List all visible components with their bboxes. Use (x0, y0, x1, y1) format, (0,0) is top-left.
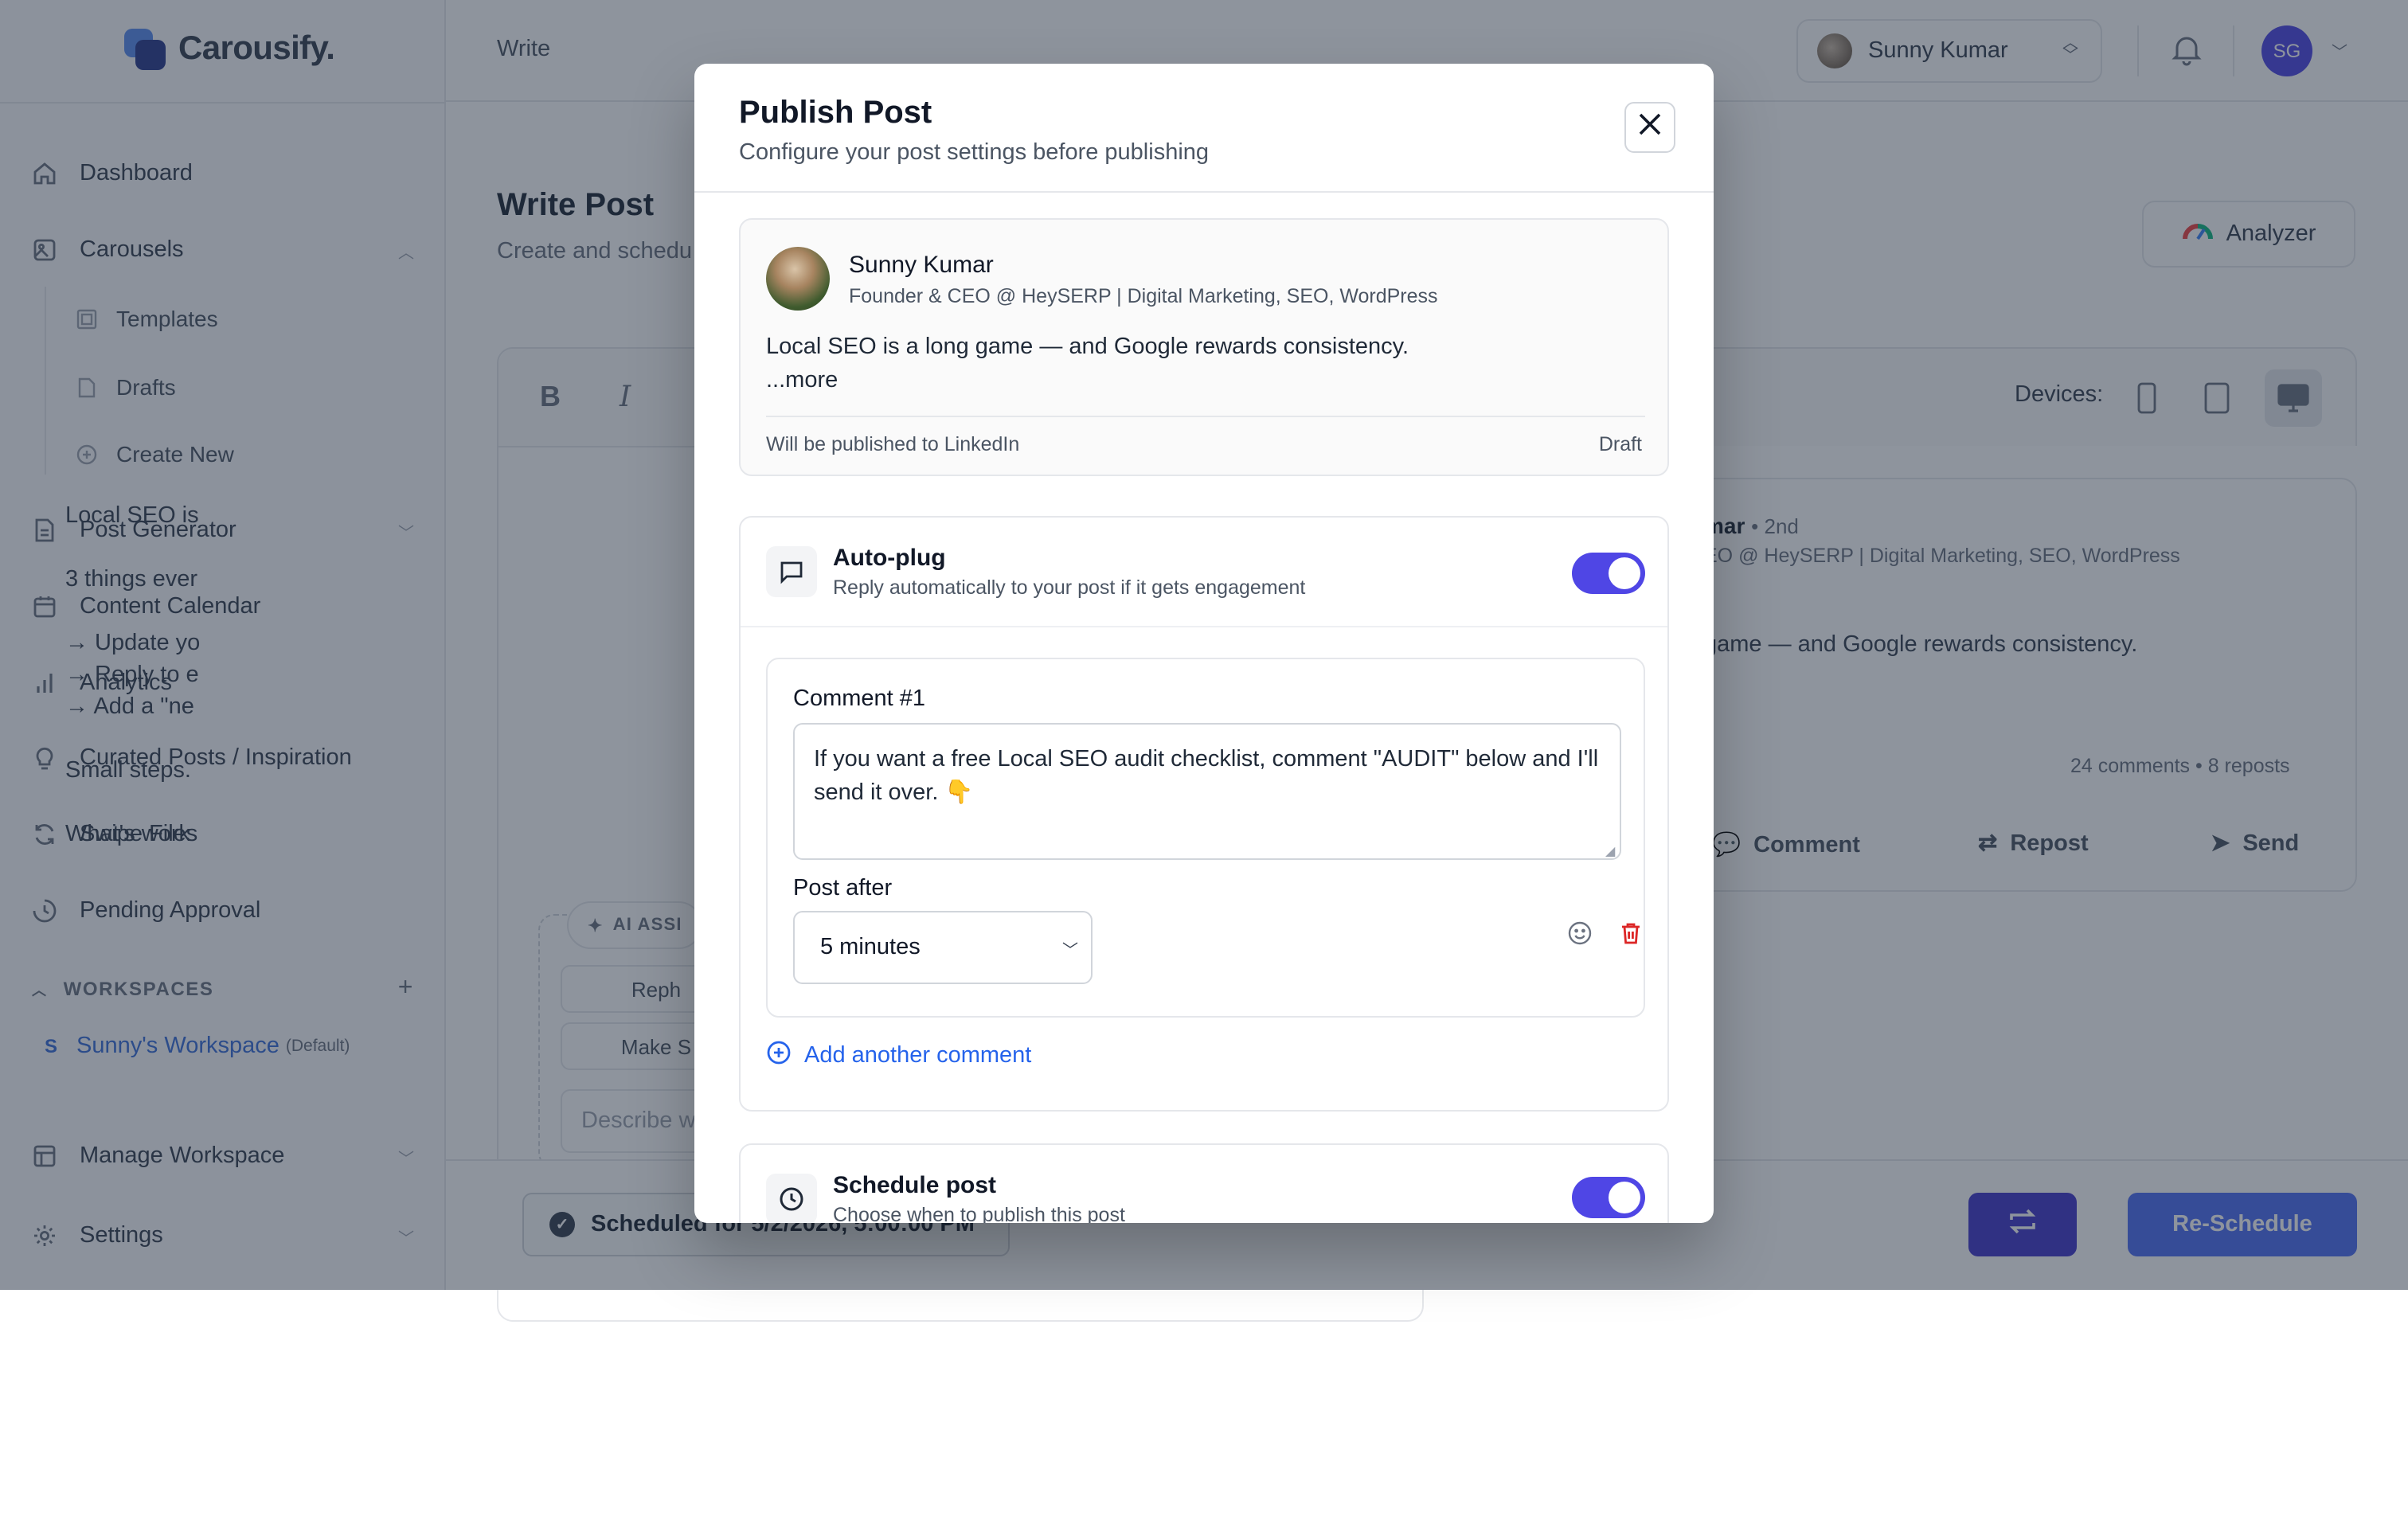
trash-icon[interactable] (1615, 917, 1647, 949)
auto-plug-toggle[interactable] (1572, 553, 1645, 594)
auto-plug-section: Auto-plug Reply automatically to your po… (739, 516, 1669, 1112)
schedule-post-toggle[interactable] (1572, 1177, 1645, 1218)
resize-handle-icon[interactable]: ◢ (1605, 844, 1618, 858)
post-status: Draft (1598, 433, 1642, 455)
post-after-select[interactable]: 5 minutes ﹀ (793, 911, 1093, 984)
clock-icon (766, 1174, 817, 1223)
author-avatar (766, 247, 830, 311)
modal-header-divider (694, 191, 1714, 193)
schedule-post-section: Schedule post Choose when to publish thi… (739, 1143, 1669, 1223)
more-link[interactable]: ...more (766, 368, 838, 393)
comment-card: Comment #1 If you want a free Local SEO … (766, 658, 1645, 1018)
comment-textarea[interactable]: If you want a free Local SEO audit check… (793, 723, 1621, 860)
publish-destination: Will be published to LinkedIn (766, 433, 1020, 455)
add-comment-label: Add another comment (804, 1043, 1032, 1069)
post-after-label: Post after (793, 876, 893, 901)
auto-plug-title: Auto-plug (833, 545, 946, 572)
close-icon (1637, 111, 1663, 144)
post-card-divider (766, 416, 1645, 417)
schedule-post-title: Schedule post (833, 1172, 997, 1199)
close-button[interactable] (1624, 102, 1675, 153)
modal-subtitle: Configure your post settings before publ… (739, 140, 1210, 166)
auto-plug-subtitle: Reply automatically to your post if it g… (833, 576, 1306, 599)
modal-title: Publish Post (739, 96, 932, 131)
post-summary-card: Sunny Kumar Founder & CEO @ HeySERP | Di… (739, 218, 1669, 476)
plus-circle-icon (766, 1040, 792, 1072)
add-another-comment-button[interactable]: Add another comment (766, 1040, 1031, 1072)
author-name: Sunny Kumar (849, 252, 994, 279)
auto-plug-divider (741, 626, 1667, 627)
emoji-icon[interactable] (1564, 917, 1596, 949)
post-text: Local SEO is a long game — and Google re… (766, 334, 1409, 360)
message-square-icon (766, 546, 817, 597)
schedule-post-subtitle: Choose when to publish this post (833, 1204, 1125, 1223)
author-headline: Founder & CEO @ HeySERP | Digital Market… (849, 285, 1438, 307)
comment-label: Comment #1 (793, 686, 926, 712)
post-after-value: 5 minutes (820, 935, 921, 960)
publish-post-modal: Publish Post Configure your post setting… (694, 64, 1714, 1223)
chevron-down-icon: ﹀ (1062, 942, 1078, 959)
